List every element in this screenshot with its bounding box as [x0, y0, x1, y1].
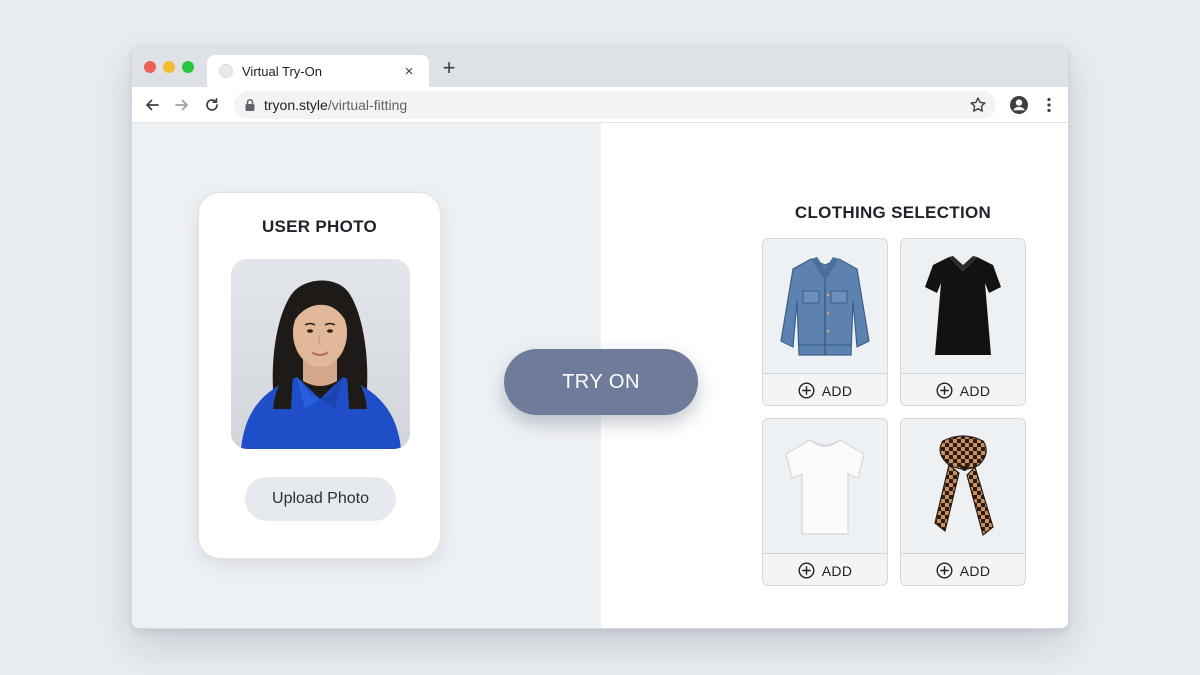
url-text: tryon.style/virtual-fitting — [264, 97, 407, 113]
upload-photo-button[interactable]: Upload Photo — [245, 477, 396, 521]
favicon-icon — [219, 64, 233, 78]
reload-icon[interactable] — [201, 94, 223, 116]
clothing-item-denim-jacket[interactable]: ADD — [762, 238, 888, 406]
plus-circle-icon — [936, 562, 953, 579]
clothing-selection-title: CLOTHING SELECTION — [794, 203, 992, 222]
user-photo-title: USER PHOTO — [261, 217, 378, 236]
plus-circle-icon — [798, 382, 815, 399]
denim-jacket-icon — [763, 239, 887, 373]
try-on-button[interactable]: TRY ON — [504, 349, 698, 415]
black-dress-icon — [901, 239, 1025, 373]
back-arrow-icon[interactable] — [141, 94, 163, 116]
lock-icon — [244, 98, 256, 112]
add-button-denim-jacket[interactable]: ADD — [763, 373, 887, 405]
add-label: ADD — [959, 382, 991, 399]
address-bar[interactable]: tryon.style/virtual-fitting — [234, 91, 996, 119]
close-window-button[interactable] — [144, 61, 156, 73]
add-button-scarf[interactable]: ADD — [901, 553, 1025, 585]
bookmark-star-icon[interactable] — [969, 96, 987, 114]
user-portrait-photo[interactable] — [231, 259, 410, 449]
tab-virtual-try-on[interactable]: Virtual Try-On × — [207, 55, 429, 87]
maximize-window-button[interactable] — [182, 61, 194, 73]
plus-circle-icon — [936, 382, 953, 399]
white-tshirt-icon — [763, 419, 887, 553]
clothing-item-white-tshirt[interactable]: ADD — [762, 418, 888, 586]
tab-title: Virtual Try-On — [242, 63, 322, 79]
browser-window: Virtual Try-On × + tryon.style/virtual-f… — [131, 46, 1069, 629]
user-photo-card: USER PHOTO Upload Photo — [198, 192, 441, 559]
patterned-scarf-icon — [901, 419, 1025, 553]
add-button-white-tshirt[interactable]: ADD — [763, 553, 887, 585]
url-path: /virtual-fitting — [327, 97, 408, 113]
page-content: USER PHOTO Upload Photo TRY ON CLOTHING … — [132, 123, 1068, 628]
tab-strip: Virtual Try-On × + — [132, 47, 1068, 87]
profile-avatar-icon[interactable] — [1008, 94, 1030, 116]
url-host: tryon.style — [264, 97, 328, 113]
forward-arrow-icon[interactable] — [171, 94, 193, 116]
clothing-item-black-dress[interactable]: ADD — [900, 238, 1026, 406]
add-label: ADD — [821, 562, 853, 579]
kebab-menu-icon[interactable] — [1038, 94, 1060, 116]
new-tab-button[interactable]: + — [438, 57, 460, 80]
plus-circle-icon — [798, 562, 815, 579]
add-label: ADD — [821, 382, 853, 399]
add-label: ADD — [959, 562, 991, 579]
browser-toolbar: tryon.style/virtual-fitting — [132, 87, 1068, 123]
clothing-item-scarf[interactable]: ADD — [900, 418, 1026, 586]
add-button-black-dress[interactable]: ADD — [901, 373, 1025, 405]
minimize-window-button[interactable] — [163, 61, 175, 73]
close-tab-icon[interactable]: × — [401, 63, 417, 80]
